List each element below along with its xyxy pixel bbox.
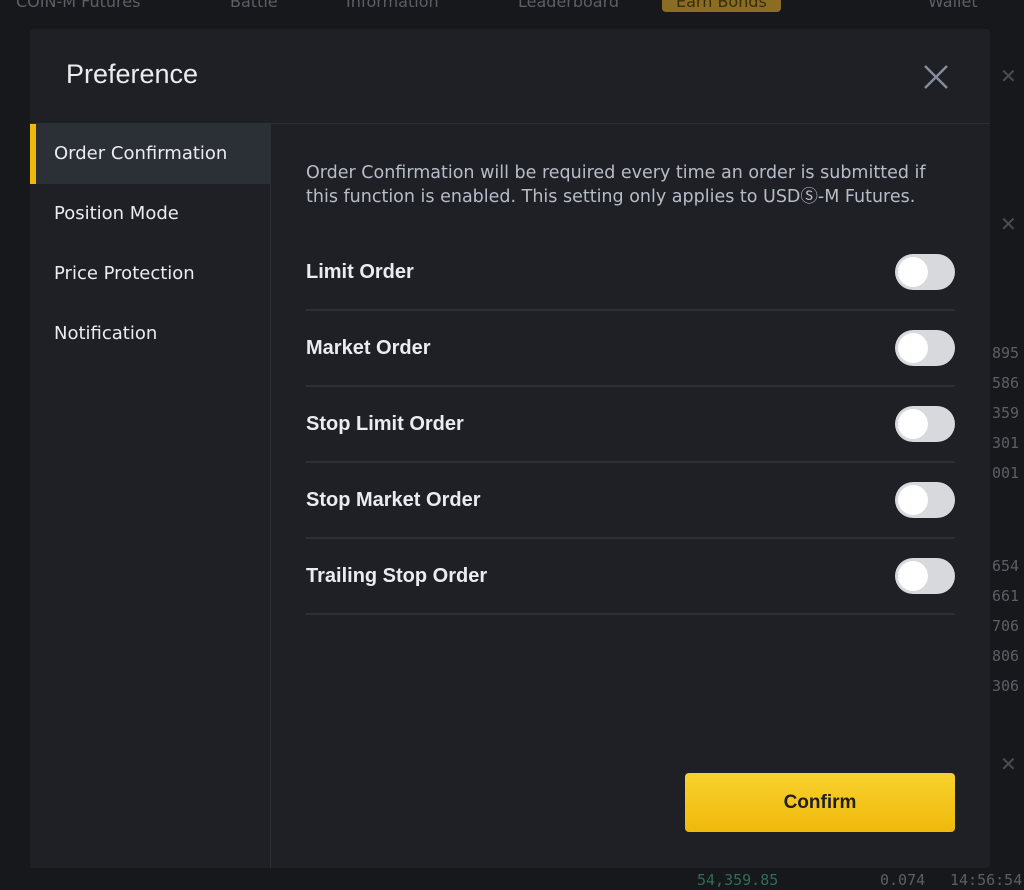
option-row-stop-limit-order: Stop Limit Order	[306, 387, 955, 463]
trade-time: 14:56:54	[950, 871, 1023, 889]
preference-sidebar: Order Confirmation Position Mode Price P…	[30, 124, 271, 868]
option-label: Stop Market Order	[306, 488, 481, 511]
nav-information[interactable]: Information	[346, 0, 439, 11]
nav-earn-bonds[interactable]: Earn Bonds	[662, 0, 781, 12]
order-book-value: 706	[992, 617, 1020, 635]
top-nav: COIN-M Futures Battle Information Leader…	[0, 0, 1024, 14]
option-label: Stop Limit Order	[306, 412, 464, 435]
option-row-limit-order: Limit Order	[306, 235, 955, 311]
close-button[interactable]	[922, 63, 950, 91]
toggle-knob	[898, 561, 928, 591]
option-label: Market Order	[306, 336, 431, 359]
toggle-knob	[898, 485, 928, 515]
option-row-trailing-stop-order: Trailing Stop Order	[306, 539, 955, 615]
trade-price: 54,359.85	[697, 871, 779, 889]
market-order-toggle[interactable]	[895, 330, 955, 366]
order-book-value: 001	[992, 464, 1020, 482]
toggle-knob	[898, 333, 928, 363]
order-book-value: 586	[992, 374, 1020, 392]
close-icon	[924, 65, 948, 89]
sidebar-item-notification[interactable]: Notification	[30, 304, 270, 364]
stop-limit-order-toggle[interactable]	[895, 406, 955, 442]
close-icon: ✕	[1000, 752, 1017, 776]
sidebar-item-position-mode[interactable]: Position Mode	[30, 184, 270, 244]
order-book-value: 301	[992, 434, 1020, 452]
toggle-knob	[898, 257, 928, 287]
close-icon: ✕	[1000, 212, 1017, 236]
description: Order Confirmation will be required ever…	[306, 163, 926, 207]
order-book-value: 306	[992, 677, 1020, 695]
toggle-knob	[898, 409, 928, 439]
preference-modal: Preference Order Confirmation Position M…	[30, 29, 990, 868]
option-row-stop-market-order: Stop Market Order	[306, 463, 955, 539]
order-book-value: 661	[992, 587, 1020, 605]
option-label: Trailing Stop Order	[306, 564, 488, 587]
nav-coin-m-futures[interactable]: COIN-M Futures	[16, 0, 140, 11]
sidebar-item-order-confirmation[interactable]: Order Confirmation	[30, 124, 270, 184]
nav-battle[interactable]: Battle	[230, 0, 278, 11]
option-label: Limit Order	[306, 260, 414, 283]
sidebar-item-price-protection[interactable]: Price Protection	[30, 244, 270, 304]
limit-order-toggle[interactable]	[895, 254, 955, 290]
order-book-value: 895	[992, 344, 1020, 362]
trade-qty: 0.074	[880, 871, 926, 889]
trailing-stop-order-toggle[interactable]	[895, 558, 955, 594]
stop-market-order-toggle[interactable]	[895, 482, 955, 518]
order-book-value: 654	[992, 557, 1020, 575]
order-confirmation-panel: Order Confirmation will be required ever…	[306, 124, 955, 868]
order-book-value: 806	[992, 647, 1020, 665]
confirm-button[interactable]: Confirm	[685, 773, 955, 832]
close-icon: ✕	[1000, 64, 1017, 88]
modal-title: Preference	[66, 59, 199, 89]
nav-leaderboard[interactable]: Leaderboard	[518, 0, 619, 11]
option-row-market-order: Market Order	[306, 311, 955, 387]
order-book-value: 359	[992, 404, 1020, 422]
nav-wallet[interactable]: Wallet	[928, 0, 978, 11]
